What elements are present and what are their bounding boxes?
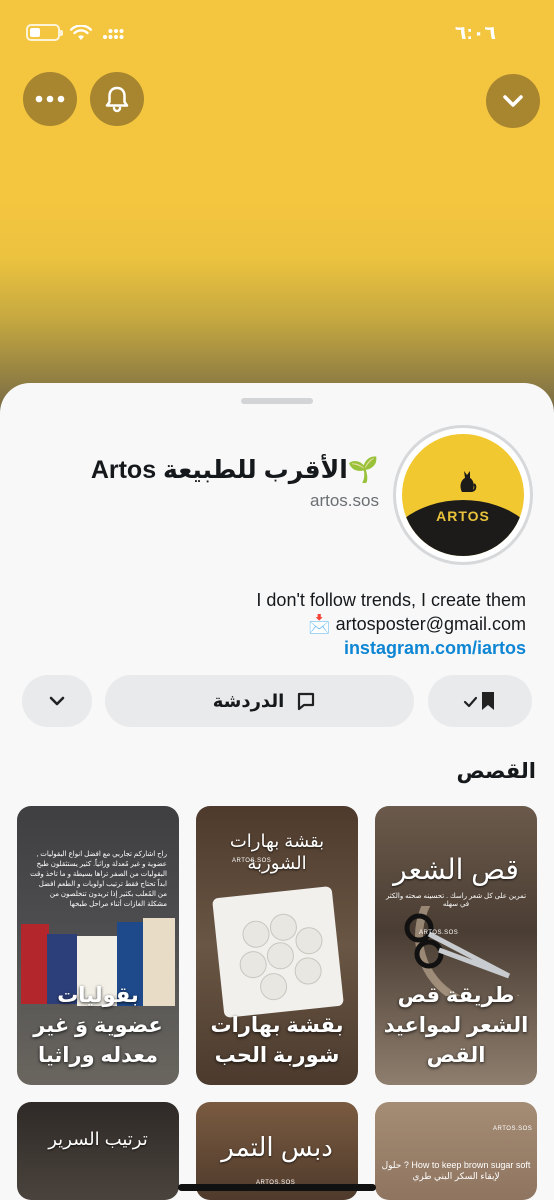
- subscribe-button[interactable]: [428, 675, 532, 727]
- signal-icon: [103, 28, 124, 39]
- notifications-button[interactable]: [90, 72, 144, 126]
- story-card[interactable]: قص الشعر تمرين على كل شعر راسك . تحسينه …: [375, 806, 537, 1085]
- profile-username[interactable]: artos.sos: [310, 491, 379, 511]
- chevron-down-icon: [503, 95, 523, 107]
- story-card[interactable]: ترتيب السرير: [17, 1102, 179, 1200]
- home-indicator[interactable]: [178, 1184, 376, 1191]
- story-header: بقشة بهارات الشوربة: [229, 831, 325, 873]
- chat-bubble-icon: [298, 692, 315, 711]
- bio-website-link[interactable]: instagram.com/iartos: [256, 636, 526, 660]
- story-title: بقوليات عضوية وَ غير معدله وراثيا: [33, 984, 163, 1067]
- story-caption: How to keep brown sugar soft ? حلول لإبق…: [381, 1160, 531, 1181]
- avatar-image: ARTOS: [402, 434, 524, 556]
- more-dots-icon: [35, 95, 65, 103]
- more-actions-button[interactable]: [22, 675, 92, 727]
- avatar-brand-text: ARTOS: [436, 508, 490, 525]
- battery-icon: [26, 24, 63, 41]
- status-time: ٦:٠٦: [454, 23, 496, 44]
- bio-email[interactable]: 📩 artosposter@gmail.com: [256, 612, 526, 636]
- bell-icon: [105, 86, 129, 113]
- bio-line: I don't follow trends, I create them: [256, 590, 526, 610]
- collapse-profile-button[interactable]: [486, 74, 540, 128]
- more-options-button[interactable]: [23, 72, 77, 126]
- story-watermark: ARTOS.SOS: [419, 930, 459, 936]
- bowl-image: [212, 886, 344, 1018]
- story-card[interactable]: بقشة بهارات الشوربة ARTOS.SOS بقشة بهارا…: [196, 806, 358, 1085]
- chat-button-label: الدردشة: [212, 690, 285, 711]
- chevron-down-icon: [49, 696, 65, 706]
- bookmark-check-icon: [463, 692, 494, 710]
- sheet-grabber[interactable]: [241, 398, 313, 404]
- story-header: قص الشعر: [393, 854, 519, 885]
- status-icons: [26, 24, 124, 41]
- story-watermark: ARTOS.SOS: [232, 858, 272, 864]
- story-title: طريقة قص الشعر لمواعيد القص: [383, 984, 529, 1067]
- profile-bio: I don't follow trends, I create them 📩 a…: [256, 588, 526, 660]
- profile-display-name: 🌱الأقرب للطبيعة Artos: [90, 456, 379, 484]
- wifi-icon: [70, 24, 92, 40]
- chat-button[interactable]: الدردشة: [105, 675, 414, 727]
- story-watermark: ARTOS.SOS: [493, 1126, 533, 1132]
- story-caption: راح اشاركم تجاربي مع افضل انواع البقوليا…: [30, 851, 167, 908]
- cat-logo-icon: [460, 471, 477, 492]
- stories-section-title: القصص: [456, 760, 536, 783]
- story-card[interactable]: ARTOS.SOS How to keep brown sugar soft ?…: [375, 1102, 537, 1200]
- story-header: ترتيب السرير: [48, 1129, 148, 1149]
- story-header: دبس التمر: [221, 1132, 333, 1162]
- story-card[interactable]: راح اشاركم تجاربي مع افضل انواع البقوليا…: [17, 806, 179, 1085]
- profile-avatar[interactable]: ARTOS: [393, 425, 533, 565]
- story-title: بقشة بهارات شوربة الحب: [210, 1014, 344, 1067]
- status-bar: ٦:٠٦: [0, 0, 554, 70]
